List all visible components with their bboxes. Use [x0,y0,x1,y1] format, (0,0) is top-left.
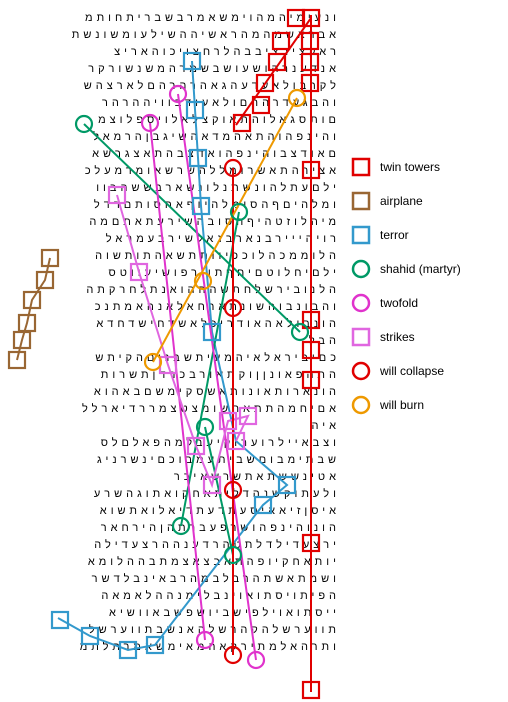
legend-label: will burn [380,398,424,412]
legend-row-will-burn: will burn [350,388,500,422]
legend-label: shahid (martyr) [380,262,461,276]
legend-row-airplane: airplane [350,184,500,218]
legend: twin towers airplane terror shahid (mart… [350,150,500,422]
legend-label: twofold [380,296,418,310]
legend-label: terror [380,228,409,242]
legend-row-shahid: shahid (martyr) [350,252,500,286]
legend-row-strikes: strikes [350,320,500,354]
square-icon [350,156,372,178]
circle-icon [350,292,372,314]
legend-row-twin-towers: twin towers [350,150,500,184]
legend-row-will-collapse: will collapse [350,354,500,388]
legend-row-twofold: twofold [350,286,500,320]
circle-icon [350,394,372,416]
hebrew-letter-grid: ונעימיהמהוימשאמרבשבריתחותמ אבראשמהמהראשי… [10,10,340,690]
circle-icon [350,360,372,382]
square-icon [350,224,372,246]
legend-row-terror: terror [350,218,500,252]
circle-icon [350,258,372,280]
bible-code-diagram: ונעימיהמהוימשאמרבשבריתחותמ אבראשמהמהראשי… [0,0,508,702]
square-icon [350,326,372,348]
legend-label: will collapse [380,364,444,378]
legend-label: strikes [380,330,415,344]
legend-label: airplane [380,194,423,208]
legend-label: twin towers [380,160,440,174]
square-icon [350,190,372,212]
